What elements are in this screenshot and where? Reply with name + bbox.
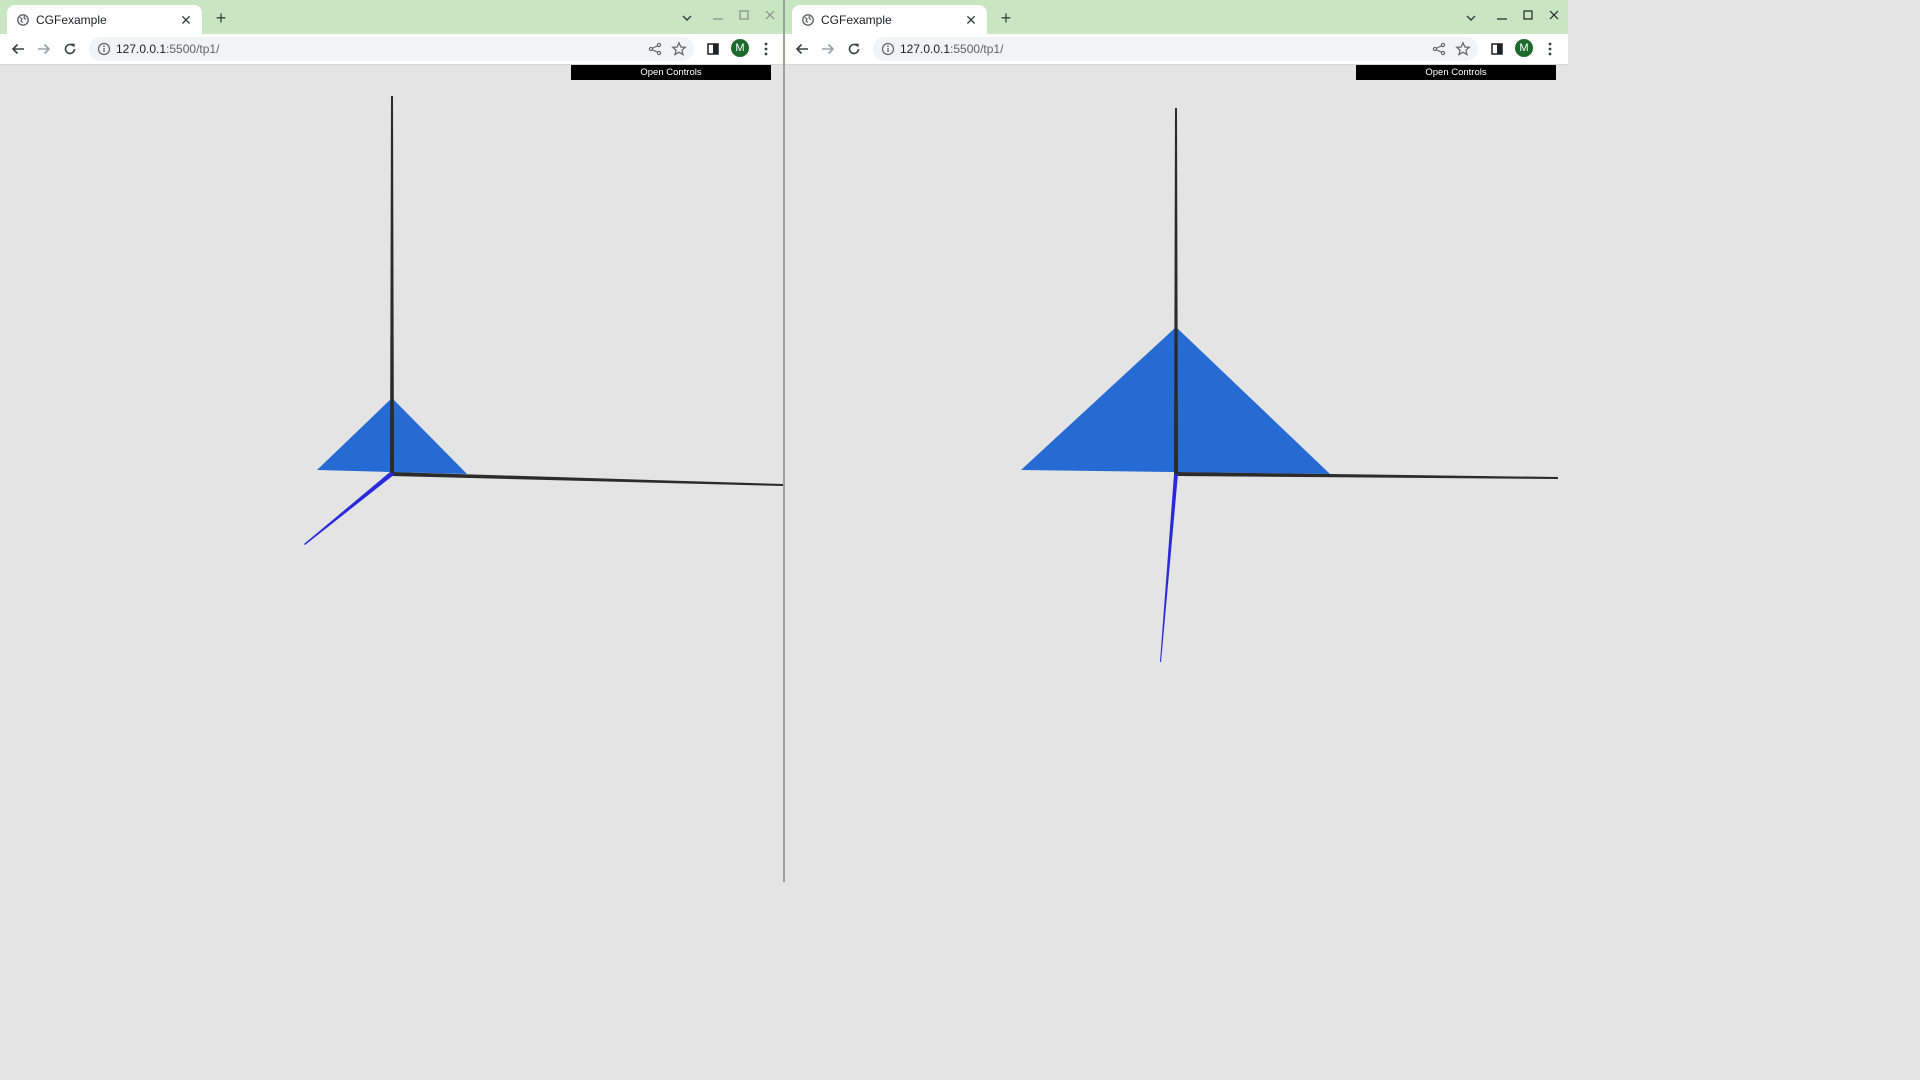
- globe-icon: [802, 13, 814, 26]
- url-text[interactable]: 127.0.0.1:5500/tp1/: [116, 42, 219, 56]
- url-path: :5500/tp1/: [166, 42, 220, 56]
- url-host: 127.0.0.1: [116, 42, 167, 56]
- tab-close-icon[interactable]: ✕: [963, 12, 979, 28]
- close-window-icon[interactable]: [1547, 8, 1561, 24]
- title-bar: CGFexample ✕ +: [0, 0, 783, 34]
- side-panel-icon[interactable]: [1488, 40, 1506, 58]
- url-text[interactable]: 127.0.0.1:5500/tp1/: [900, 42, 1003, 56]
- title-bar: CGFexample ✕ +: [785, 0, 1568, 34]
- address-bar[interactable]: 127.0.0.1:5500/tp1/: [89, 37, 694, 61]
- profile-avatar[interactable]: M: [1515, 39, 1533, 57]
- open-controls-button[interactable]: Open Controls: [1356, 65, 1556, 80]
- profile-avatar[interactable]: M: [731, 39, 749, 57]
- scene-render: [304, 96, 783, 545]
- address-bar[interactable]: 127.0.0.1:5500/tp1/: [873, 37, 1478, 61]
- browser-window-right: CGFexample ✕ + 127.0.0.1:5500/tp1/ M Ope…: [785, 0, 1568, 882]
- tab-search-chevron-icon[interactable]: [1464, 11, 1478, 25]
- minimize-icon[interactable]: [1495, 8, 1509, 24]
- more-menu-icon[interactable]: [757, 40, 775, 58]
- scene-render: [1021, 108, 1558, 662]
- y-axis-line: [1174, 108, 1178, 474]
- globe-icon: [17, 13, 29, 26]
- y-axis-line: [390, 96, 394, 474]
- site-info-icon[interactable]: [97, 42, 111, 56]
- tab-search-chevron-icon[interactable]: [680, 11, 694, 25]
- reload-icon[interactable]: [61, 40, 79, 58]
- more-menu-icon[interactable]: [1541, 40, 1559, 58]
- browser-toolbar: 127.0.0.1:5500/tp1/ M: [0, 34, 783, 65]
- browser-window-left: CGFexample ✕ + 127.0.0.1:5500/tp1/ M Ope…: [0, 0, 783, 882]
- forward-arrow-icon[interactable]: [35, 40, 53, 58]
- minimize-icon[interactable]: [711, 8, 725, 24]
- url-host: 127.0.0.1: [900, 42, 951, 56]
- maximize-icon[interactable]: [737, 8, 751, 24]
- open-controls-button[interactable]: Open Controls: [571, 65, 771, 80]
- tab-close-icon[interactable]: ✕: [178, 12, 194, 28]
- browser-toolbar: 127.0.0.1:5500/tp1/ M: [785, 34, 1568, 65]
- x-axis-line: [392, 472, 783, 486]
- side-panel-icon[interactable]: [704, 40, 722, 58]
- maximize-icon[interactable]: [1521, 8, 1535, 24]
- back-arrow-icon[interactable]: [793, 40, 811, 58]
- tab-title: CGFexample: [821, 12, 892, 27]
- bookmark-star-icon[interactable]: [671, 41, 687, 57]
- bookmark-star-icon[interactable]: [1455, 41, 1471, 57]
- browser-tab[interactable]: CGFexample ✕: [792, 5, 987, 34]
- url-path: :5500/tp1/: [950, 42, 1004, 56]
- webgl-canvas[interactable]: Open Controls: [785, 65, 1568, 882]
- x-axis-line: [1176, 472, 1558, 479]
- z-axis-line: [1160, 474, 1178, 662]
- webgl-canvas[interactable]: Open Controls: [0, 65, 783, 882]
- new-tab-button[interactable]: +: [212, 9, 230, 27]
- reload-icon[interactable]: [845, 40, 863, 58]
- back-arrow-icon[interactable]: [9, 40, 27, 58]
- share-icon[interactable]: [648, 42, 662, 56]
- new-tab-button[interactable]: +: [997, 9, 1015, 27]
- forward-arrow-icon[interactable]: [819, 40, 837, 58]
- site-info-icon[interactable]: [881, 42, 895, 56]
- share-icon[interactable]: [1432, 42, 1446, 56]
- close-window-icon[interactable]: [763, 8, 777, 24]
- browser-tab[interactable]: CGFexample ✕: [7, 5, 202, 34]
- tab-title: CGFexample: [36, 12, 107, 27]
- z-axis-line: [304, 472, 395, 545]
